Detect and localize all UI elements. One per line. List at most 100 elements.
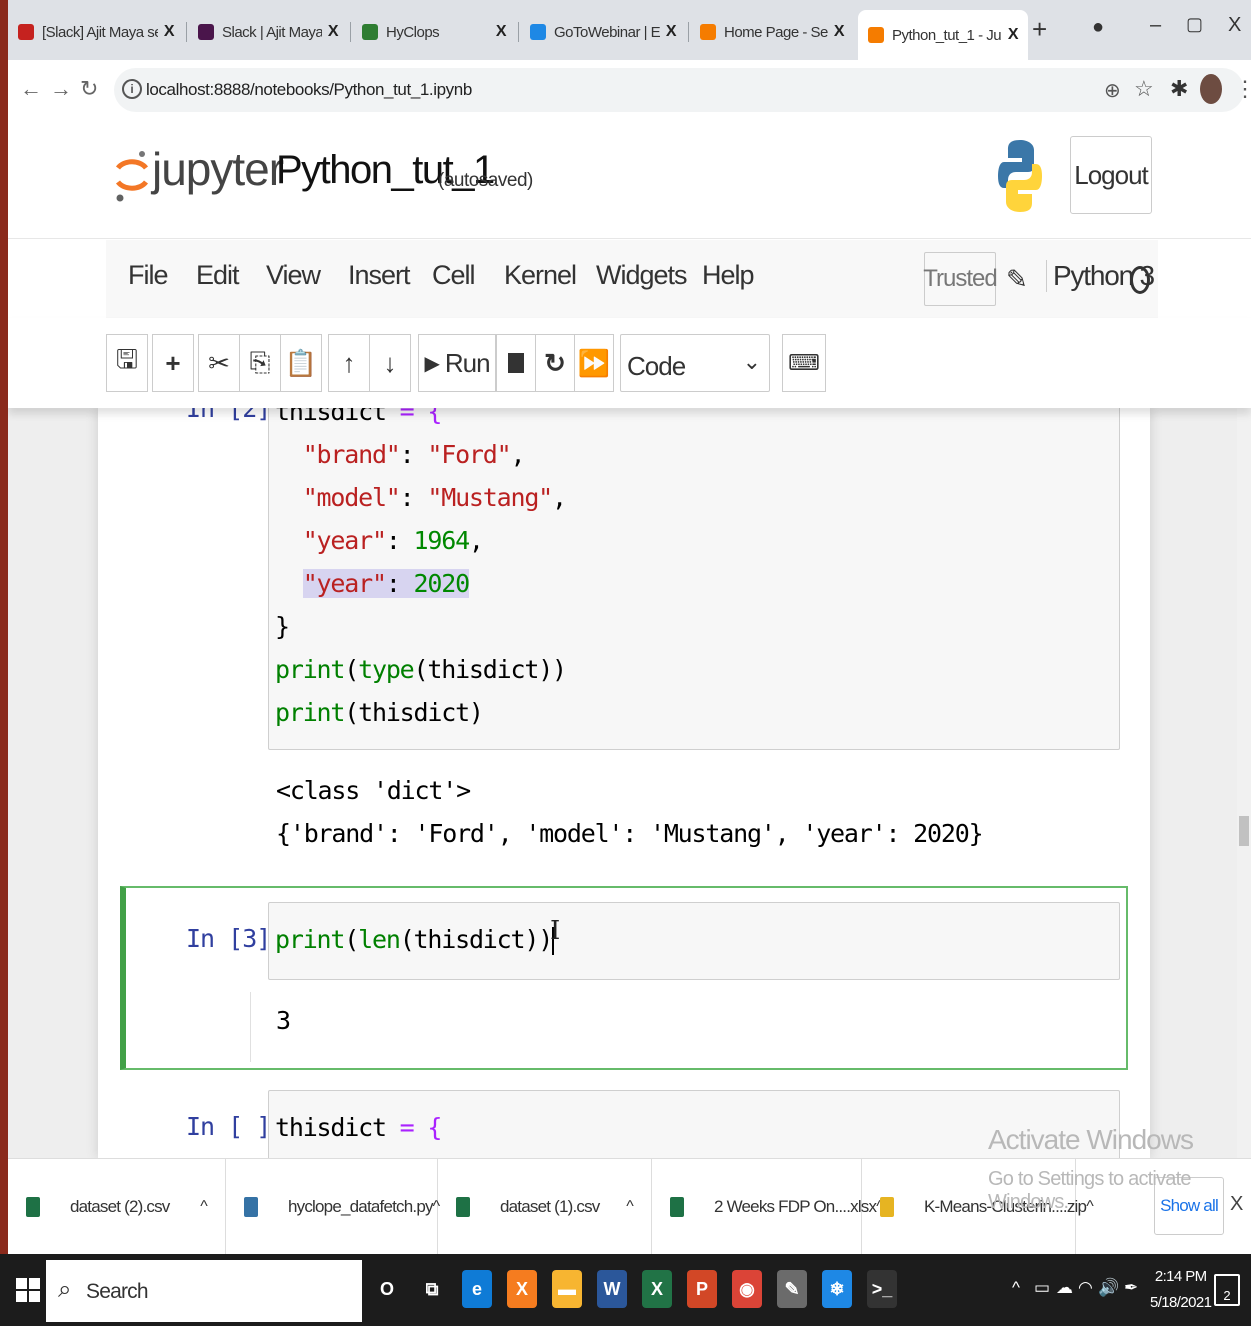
browser-tab[interactable]: Home Page - Select or X bbox=[690, 12, 854, 52]
restart-button[interactable]: ↻ bbox=[535, 334, 575, 392]
notification-center-icon[interactable]: 2 bbox=[1214, 1274, 1240, 1306]
cortana-icon[interactable]: O bbox=[372, 1270, 402, 1308]
menu-view[interactable]: View bbox=[266, 260, 321, 291]
menu-kernel[interactable]: Kernel bbox=[504, 260, 577, 291]
download-item[interactable]: dataset (1).csv ^ bbox=[438, 1159, 652, 1255]
cut-button[interactable]: ✂ bbox=[198, 334, 240, 392]
xampp-icon[interactable]: X bbox=[507, 1270, 537, 1308]
menu-kebab-icon[interactable]: ⋮ bbox=[1234, 76, 1251, 102]
chevron-up-icon[interactable]: ^ bbox=[200, 1198, 207, 1216]
file-explorer-icon[interactable]: ▬ bbox=[552, 1270, 582, 1308]
download-filename: dataset (1).csv bbox=[500, 1197, 600, 1216]
network-icon[interactable]: ▭ bbox=[1034, 1278, 1050, 1298]
forward-icon[interactable]: → bbox=[50, 76, 72, 102]
taskbar-search[interactable]: ⌕ Search bbox=[46, 1260, 362, 1322]
profile-icon[interactable]: ● bbox=[1092, 16, 1104, 39]
wifi-icon[interactable]: ◠ bbox=[1078, 1278, 1093, 1298]
edge-icon[interactable]: e bbox=[462, 1270, 492, 1308]
site-info-icon[interactable]: i bbox=[122, 79, 142, 99]
file-icon bbox=[880, 1197, 894, 1217]
bookmark-star-icon[interactable]: ☆ bbox=[1134, 76, 1154, 102]
browser-tab[interactable]: [Slack] Ajit Maya sent X bbox=[8, 12, 184, 52]
restart-run-all-button[interactable]: ⏩ bbox=[574, 334, 614, 392]
menu-widgets[interactable]: Widgets bbox=[596, 260, 688, 291]
scrollbar-thumb[interactable] bbox=[1239, 816, 1249, 846]
extensions-icon[interactable]: ✱ bbox=[1170, 76, 1188, 102]
jupyter-wordmark[interactable]: jupyter bbox=[152, 142, 284, 196]
code-cell-input[interactable]: thisdict = { "brand": "Ford", "model": "… bbox=[268, 408, 1120, 750]
excel-icon[interactable]: X bbox=[642, 1270, 672, 1308]
terminal-icon[interactable]: >_ bbox=[867, 1270, 897, 1308]
fast-forward-icon: ⏩ bbox=[577, 347, 611, 378]
menu-help[interactable]: Help bbox=[702, 260, 755, 291]
menu-cell[interactable]: Cell bbox=[432, 260, 476, 291]
save-icon: 🖫 bbox=[115, 344, 139, 374]
windows-start-icon[interactable] bbox=[16, 1278, 40, 1302]
onedrive-icon[interactable]: ☁ bbox=[1056, 1278, 1073, 1298]
paste-button[interactable]: 📋 bbox=[280, 334, 322, 392]
interrupt-button[interactable] bbox=[496, 334, 536, 392]
jupyter-logo-icon[interactable] bbox=[112, 138, 152, 208]
run-button[interactable]: ▶ Run bbox=[418, 334, 496, 392]
pen-icon[interactable]: ✒ bbox=[1124, 1278, 1138, 1298]
cell-type-select[interactable]: Code ⌄ bbox=[620, 334, 770, 392]
move-down-button[interactable]: ↓ bbox=[369, 334, 411, 392]
volume-icon[interactable]: 🔊 bbox=[1098, 1278, 1119, 1298]
tab-bar: [Slack] Ajit Maya sentXSlack | Ajit Maya… bbox=[8, 0, 1251, 60]
move-up-button[interactable]: ↑ bbox=[328, 334, 370, 392]
code-line: "model": "Mustang", bbox=[275, 483, 567, 512]
word-icon[interactable]: W bbox=[597, 1270, 627, 1308]
browser-tab[interactable]: GoToWebinar | Event X bbox=[520, 12, 686, 52]
tray-expand-icon[interactable]: ^ bbox=[1012, 1278, 1020, 1298]
new-tab-button[interactable]: + bbox=[1032, 14, 1047, 45]
clock[interactable]: 2:14 PM 5/18/2021 bbox=[1150, 1264, 1212, 1316]
tab-title: [Slack] Ajit Maya sent bbox=[42, 23, 158, 41]
browser-tab[interactable]: Slack | Ajit Maya | Tech X bbox=[188, 12, 348, 52]
file-icon bbox=[456, 1197, 470, 1217]
download-item[interactable]: hyclope_datafetch.py ^ bbox=[226, 1159, 440, 1255]
code-token: thisdict bbox=[275, 1113, 387, 1142]
notebook-toolbar: 🖫 + ✂ ⎘ 📋 ↑ ↓ ▶ Run ↻ ⏩ Code ⌄ ⌨ bbox=[8, 318, 1251, 408]
menu-file[interactable]: File bbox=[128, 260, 169, 291]
scrollbar[interactable] bbox=[1237, 408, 1251, 1158]
save-button[interactable]: 🖫 bbox=[106, 334, 148, 392]
edit-pencil-icon[interactable]: ✎ bbox=[1006, 264, 1028, 295]
minimize-button[interactable]: – bbox=[1150, 14, 1161, 37]
powerpoint-icon[interactable]: P bbox=[687, 1270, 717, 1308]
download-item[interactable]: dataset (2).csv ^ bbox=[8, 1159, 226, 1255]
browser-tab[interactable]: Python_tut_1 - Jupyter X bbox=[858, 10, 1028, 60]
tab-close-icon[interactable]: X bbox=[1008, 26, 1019, 44]
code-cell-input[interactable]: print(len(thisdict)) bbox=[268, 902, 1120, 980]
url-field[interactable]: i localhost:8888/notebooks/Python_tut_1.… bbox=[114, 68, 1251, 112]
task-view-icon[interactable]: ⧉ bbox=[417, 1270, 447, 1308]
restore-button[interactable]: ▢ bbox=[1186, 14, 1203, 35]
tab-favicon-icon bbox=[700, 24, 716, 40]
code-token: "brand" bbox=[302, 440, 401, 469]
plus-icon: + bbox=[165, 347, 181, 378]
tab-close-icon[interactable]: X bbox=[164, 23, 175, 41]
command-palette-button[interactable]: ⌨ bbox=[782, 334, 826, 392]
logout-button[interactable]: Logout bbox=[1070, 136, 1152, 214]
stop-icon bbox=[508, 353, 524, 373]
chrome-icon[interactable]: ◉ bbox=[732, 1270, 762, 1308]
snowflake-icon[interactable]: ❄ bbox=[822, 1270, 852, 1308]
close-window-button[interactable]: X bbox=[1228, 14, 1241, 37]
paste-icon: 📋 bbox=[284, 347, 318, 378]
tab-close-icon[interactable]: X bbox=[666, 23, 677, 41]
menu-edit[interactable]: Edit bbox=[196, 260, 240, 291]
download-item[interactable]: 2 Weeks FDP On....xlsx^ bbox=[652, 1159, 884, 1255]
trusted-indicator[interactable]: Trusted bbox=[923, 252, 998, 306]
chevron-up-icon[interactable]: ^ bbox=[626, 1198, 633, 1216]
insert-cell-button[interactable]: + bbox=[152, 334, 194, 392]
menu-insert[interactable]: Insert bbox=[348, 260, 411, 291]
browser-tab[interactable]: HyClops X bbox=[352, 12, 516, 52]
avatar[interactable] bbox=[1200, 74, 1222, 104]
reload-icon[interactable]: ↻ bbox=[80, 76, 98, 102]
tab-close-icon[interactable]: X bbox=[328, 23, 339, 41]
tab-close-icon[interactable]: X bbox=[834, 23, 845, 41]
tab-close-icon[interactable]: X bbox=[496, 23, 507, 41]
copy-button[interactable]: ⎘ bbox=[239, 334, 281, 392]
back-icon[interactable]: ← bbox=[20, 76, 42, 102]
paint-icon[interactable]: ✎ bbox=[777, 1270, 807, 1308]
zoom-icon[interactable]: ⊕ bbox=[1104, 78, 1121, 103]
